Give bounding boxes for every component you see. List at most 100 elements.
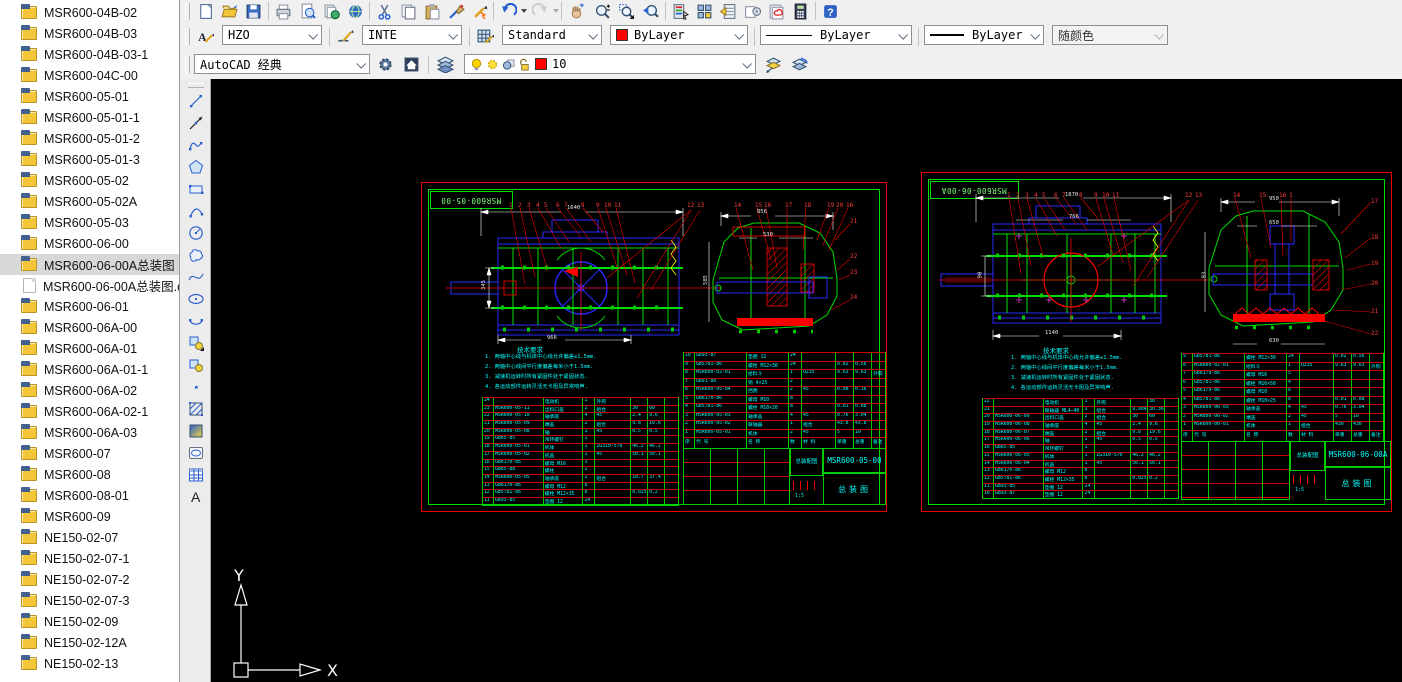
workspace-settings-button[interactable] (374, 54, 396, 75)
circle-tool[interactable] (184, 222, 208, 244)
undo-button[interactable] (497, 1, 519, 22)
file-list-item[interactable]: MSR600-08-01 (0, 485, 179, 506)
ellipse-arc-tool[interactable] (184, 310, 208, 332)
hatch-tool[interactable] (184, 398, 208, 420)
file-list-item[interactable]: MSR600-06A-03 (0, 422, 179, 443)
toolbar-grip[interactable] (187, 83, 204, 88)
color-control-select[interactable]: ByLayer (610, 25, 748, 45)
block-editor-button[interactable] (469, 1, 491, 22)
file-list-item[interactable]: MSR600-05-03 (0, 212, 179, 233)
file-list-item[interactable]: MSR600-06A-02-1 (0, 401, 179, 422)
new-button[interactable] (194, 1, 216, 22)
pan-button[interactable] (565, 1, 587, 22)
file-list-item[interactable]: MSR600-06A-02 (0, 380, 179, 401)
redo-dropdown[interactable] (553, 9, 559, 13)
lineweight-control-select[interactable]: ByLayer (924, 25, 1044, 45)
3ddwf-button[interactable] (344, 1, 366, 22)
file-list-item[interactable]: MSR600-07 (0, 443, 179, 464)
markup-set-manager-button[interactable] (765, 1, 787, 22)
file-list-item[interactable]: NE150-02-07-2 (0, 569, 179, 590)
layer-control-select[interactable]: 10 (464, 54, 756, 74)
file-list-item[interactable]: MSR600-09 (0, 506, 179, 527)
file-list-item[interactable]: MSR600-05-01-1 (0, 107, 179, 128)
zoom-window-button[interactable] (615, 1, 637, 22)
polyline-tool[interactable] (184, 134, 208, 156)
insert-block-tool[interactable] (184, 332, 208, 354)
sheet-set-manager-button[interactable] (741, 1, 763, 22)
properties-button[interactable] (669, 1, 691, 22)
undo-dropdown[interactable] (521, 9, 527, 13)
file-list-item[interactable]: MSR600-05-01-2 (0, 128, 179, 149)
cut-button[interactable] (373, 1, 395, 22)
plot-button[interactable] (272, 1, 294, 22)
quickcalc-button[interactable] (789, 1, 811, 22)
toolbar-grip[interactable] (185, 3, 190, 20)
region-tool[interactable] (184, 442, 208, 464)
help-button[interactable]: ? (819, 1, 841, 22)
publish-button[interactable] (320, 1, 342, 22)
file-list-item[interactable]: MSR600-05-01-3 (0, 149, 179, 170)
save-button[interactable] (242, 1, 264, 22)
file-list-item[interactable]: MSR600-06A-01 (0, 338, 179, 359)
file-list-item[interactable]: NE150-02-07-3 (0, 590, 179, 611)
file-list-item[interactable]: NE150-02-07-1 (0, 548, 179, 569)
revision-cloud-tool[interactable] (184, 244, 208, 266)
text-style-button[interactable]: A (194, 26, 216, 47)
designcenter-button[interactable] (693, 1, 715, 22)
file-list-item[interactable]: MSR600-04B-03-1 (0, 44, 179, 65)
file-list-item[interactable]: NE150-02-09 (0, 611, 179, 632)
copy-button[interactable] (397, 1, 419, 22)
arc-tool[interactable] (184, 200, 208, 222)
construction-line-tool[interactable] (184, 112, 208, 134)
file-list-item[interactable]: MSR600-06-00A总装图 (0, 254, 179, 275)
workspace-select[interactable]: AutoCAD 经典 (194, 54, 370, 74)
file-list-item[interactable]: NE150-02-12A (0, 632, 179, 653)
linetype-control-select[interactable]: ByLayer (760, 25, 912, 45)
layer-properties-button[interactable] (434, 54, 456, 75)
text-style-select[interactable]: HZO (222, 25, 322, 45)
paste-button[interactable] (421, 1, 443, 22)
open-button[interactable] (218, 1, 240, 22)
file-list-item[interactable]: NE150-02-13 (0, 653, 179, 674)
line-tool[interactable] (184, 90, 208, 112)
gradient-tool[interactable] (184, 420, 208, 442)
my-workspace-button[interactable] (400, 54, 422, 75)
tool-palettes-button[interactable] (717, 1, 739, 22)
table-tool[interactable] (184, 464, 208, 486)
plot-preview-button[interactable] (296, 1, 318, 22)
match-properties-button[interactable] (445, 1, 467, 22)
file-list-item[interactable]: MSR600-04B-02 (0, 2, 179, 23)
polygon-tool[interactable] (184, 156, 208, 178)
multiline-text-tool[interactable]: A (184, 486, 208, 508)
toolbar-grip[interactable] (185, 56, 190, 73)
ellipse-tool[interactable] (184, 288, 208, 310)
table-style-button[interactable] (474, 26, 496, 47)
make-object-layer-current-button[interactable] (762, 54, 784, 75)
zoom-previous-button[interactable] (639, 1, 661, 22)
point-tool[interactable] (184, 376, 208, 398)
toolbar-grip[interactable] (185, 28, 190, 45)
file-list-item[interactable]: MSR600-05-02A (0, 191, 179, 212)
table-style-select[interactable]: Standard (502, 25, 602, 45)
file-list-item[interactable]: MSR600-04B-03 (0, 23, 179, 44)
file-list-item[interactable]: MSR600-05-01 (0, 86, 179, 107)
file-list-item[interactable]: MSR600-05-02 (0, 170, 179, 191)
zoom-realtime-button[interactable] (591, 1, 613, 22)
file-list-item[interactable]: MSR600-06-01 (0, 296, 179, 317)
model-space-canvas[interactable]: MSR600-05-00 技术要求 1. 两轴中心线与机体中心线允许偏差≤1.5… (211, 79, 1402, 682)
file-list-item[interactable]: MSR600-06-00A总装图.dw (0, 275, 179, 296)
dim-style-button[interactable] (334, 26, 356, 47)
file-list-item[interactable]: MSR600-06A-01-1 (0, 359, 179, 380)
dim-style-select[interactable]: INTE (362, 25, 462, 45)
file-list-item[interactable]: MSR600-08 (0, 464, 179, 485)
layer-previous-button[interactable] (788, 54, 810, 75)
spline-tool[interactable] (184, 266, 208, 288)
rectangle-tool[interactable] (184, 178, 208, 200)
file-list-item[interactable]: MSR600-06-00 (0, 233, 179, 254)
redo-button[interactable] (529, 1, 551, 22)
make-block-tool[interactable] (184, 354, 208, 376)
file-list-item[interactable]: MSR600-06A-00 (0, 317, 179, 338)
file-list-item[interactable]: NE150-02-07 (0, 527, 179, 548)
zoom-realtime-icon (595, 4, 610, 19)
file-list-item[interactable]: MSR600-04C-00 (0, 65, 179, 86)
